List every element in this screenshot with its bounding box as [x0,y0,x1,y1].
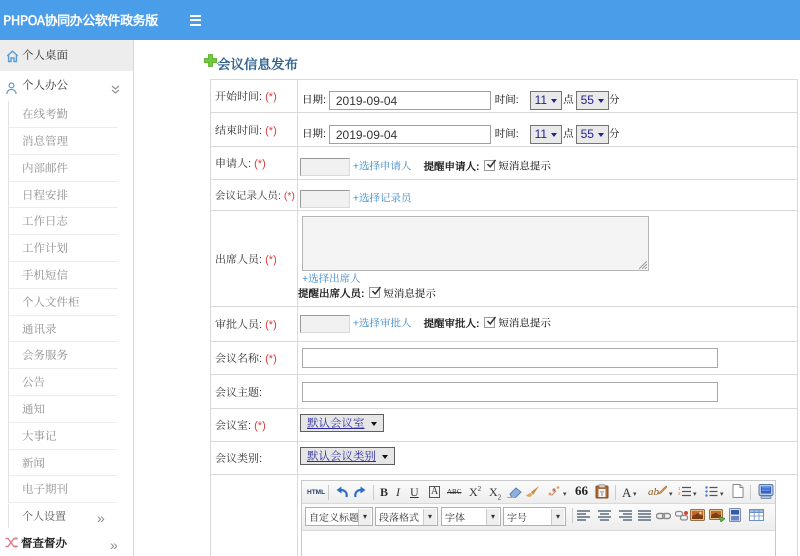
svg-text:2: 2 [678,491,681,496]
svg-text:T: T [600,491,604,498]
